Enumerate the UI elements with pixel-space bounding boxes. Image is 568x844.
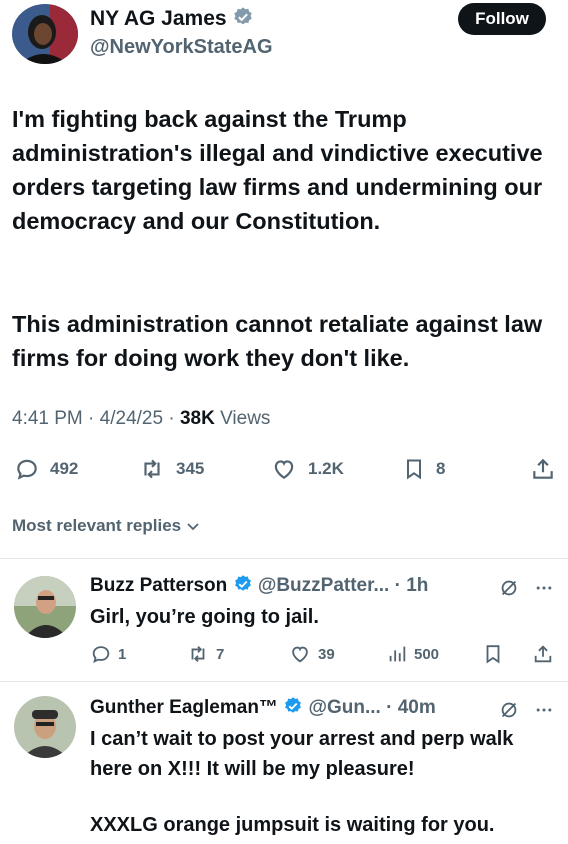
verified-badge-icon [234,7,253,25]
bookmark-icon[interactable] [482,643,504,665]
reply-repost-action[interactable]: 7 [186,643,224,665]
reply-header: Gunther Eagleman™ @Gun... · 40m [90,696,560,719]
replies-filter-label: Most relevant replies [12,516,182,535]
bookmark-count: 8 [436,459,446,478]
reply-action[interactable]: 492 [14,456,78,482]
bookmark-icon [407,459,421,480]
repost-action[interactable]: 345 [138,456,204,482]
views-label: Views [220,408,271,429]
reply-time[interactable]: 1h [406,575,428,596]
meta-separator: · [386,697,393,718]
tweet-time[interactable]: 4:41 PM [12,408,83,429]
verified-badge-icon [234,575,251,591]
reply-reply-count: 1 [118,645,127,663]
reply-author-handle[interactable]: @Gun... [308,697,380,718]
verified-badge-icon [285,697,302,713]
reply-count: 492 [50,459,79,478]
reply-author-handle[interactable]: @BuzzPatter... [258,575,390,596]
views-count: 38K [179,408,215,429]
more-icon[interactable] [534,578,554,598]
reply-text-paragraph-1: I can’t wait to post your arrest and per… [90,728,514,780]
reply-avatar[interactable] [14,576,76,638]
divider [0,681,568,682]
meta-separator: · [88,408,100,429]
repost-icon [191,646,205,662]
reply-icon [92,646,110,663]
grok-icon[interactable] [498,577,520,599]
chevron-down-icon [187,523,199,531]
more-icon[interactable] [534,700,554,720]
reply-views-count: 500 [414,645,440,663]
share-action[interactable] [530,456,556,482]
like-icon [274,460,294,479]
grok-icon[interactable] [498,699,520,721]
tweet-date[interactable]: 4/24/25 [100,408,163,429]
reply-repost-count: 7 [216,645,225,663]
reply-author-name[interactable]: Buzz Patterson [90,575,227,596]
repost-icon [144,459,160,479]
replies-filter[interactable]: Most relevant replies [12,516,201,536]
reply-time[interactable]: 40m [398,697,436,718]
author-handle[interactable]: @NewYorkStateAG [90,36,273,59]
like-action[interactable]: 1.2K [270,456,344,482]
reply-like-count: 39 [318,645,335,663]
author-name-text[interactable]: NY AG James [90,7,227,30]
reply-author-name[interactable]: Gunther Eagleman™ [90,697,278,718]
bookmark-action[interactable]: 8 [402,456,445,482]
reply-avatar[interactable] [14,696,76,758]
share-icon[interactable] [532,643,554,665]
meta-separator: · [394,575,401,596]
author-name[interactable]: NY AG James [90,6,254,31]
repost-count: 345 [176,459,205,478]
follow-button[interactable]: Follow [458,3,546,35]
meta-separator: · [168,408,180,429]
tweet-text-paragraph-2: This administration cannot retaliate aga… [12,311,543,371]
like-icon [292,646,308,663]
reply-reply-action[interactable]: 1 [90,643,126,665]
reply-icon [17,459,37,480]
reply-header: Buzz Patterson @BuzzPatter... · 1h [90,574,560,597]
reply-text: Girl, you’re going to jail. [90,606,319,628]
views-icon [389,646,406,662]
author-avatar[interactable] [12,4,78,64]
like-count: 1.2K [308,459,344,478]
tweet-text-paragraph-1: I'm fighting back against the Trump admi… [12,106,543,234]
reply-views-action[interactable]: 500 [386,643,439,665]
share-icon [533,458,553,479]
divider [0,558,568,559]
reply-like-action[interactable]: 39 [288,643,335,665]
tweet-meta: 4:41 PM · 4/24/25 · 38K Views [12,408,270,430]
reply-text-paragraph-2: XXXLG orange jumpsuit is waiting for you… [90,814,495,836]
